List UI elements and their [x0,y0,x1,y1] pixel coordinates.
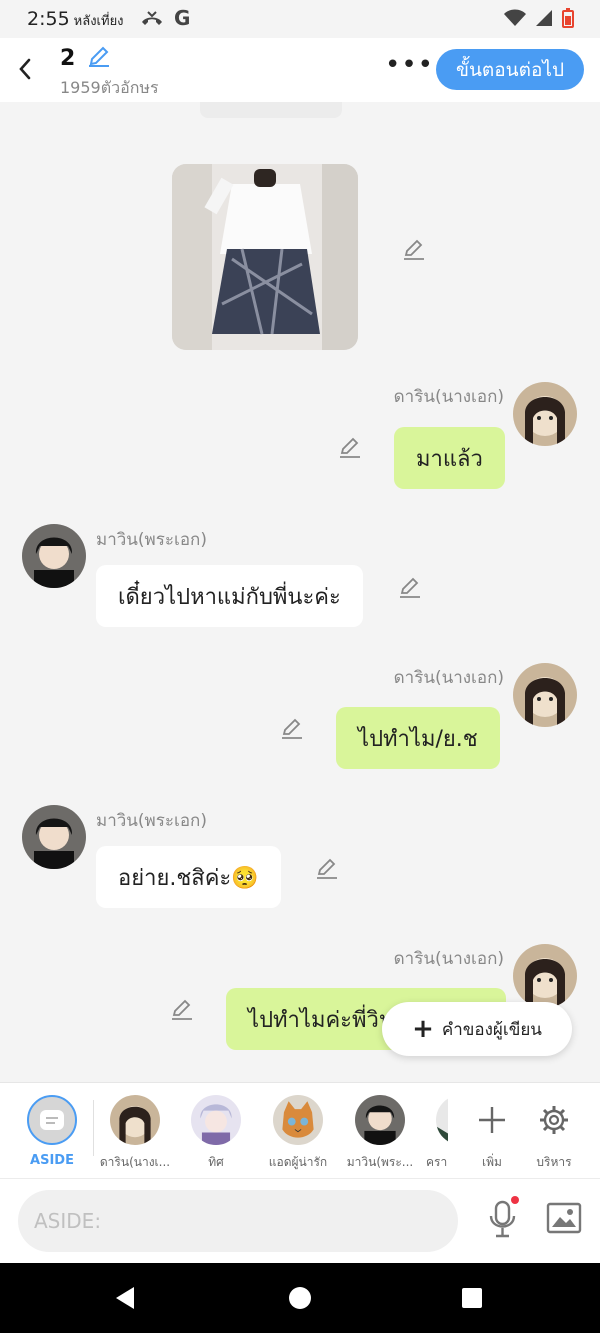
character-label: ครา [426,1155,448,1169]
status-icons [504,8,574,28]
navigation-bar [0,1263,600,1333]
nav-recents-button[interactable] [461,1287,483,1313]
status-time: 2:55 หลังเที่ยง [27,8,124,30]
speaker-name: ดาริน(นางเอก) [393,949,504,969]
edit-pencil-icon[interactable] [338,435,362,459]
divider [93,1100,94,1156]
character-item[interactable]: ดาริน(นางเ... [95,1095,175,1172]
previous-card [200,102,342,118]
message-bubble[interactable]: ไปทำไม/ย.ช [336,707,500,769]
message-input[interactable] [18,1190,458,1252]
triangle-back-icon [116,1287,134,1309]
character-aside[interactable]: ASIDE [12,1095,92,1168]
speaker-name: ดาริน(นางเอก) [393,668,504,688]
message-bubble[interactable]: อย่าย.ชสิค่ะ🥺 [96,846,281,908]
character-label: ทิศ [208,1155,224,1169]
avatar [355,1095,405,1145]
signal-icon [536,10,552,26]
author-note-label: คำของผู้เขียน [441,1019,542,1040]
character-selector: ASIDE ดาริน(นางเ... ทิศ แอดผู้น่ารัก มาว… [0,1082,600,1179]
gear-icon [514,1095,594,1145]
nav-home-button[interactable] [288,1286,312,1314]
manage-label: บริหาร [536,1155,572,1169]
chevron-left-icon [19,58,31,80]
manage-button[interactable]: บริหาร [514,1095,594,1172]
avatar [191,1095,241,1145]
character-item[interactable]: มาวิน(พระ... [340,1095,420,1172]
speaker-name: มาวิน(พระเอก) [96,811,207,831]
add-label: เพิ่ม [482,1155,502,1169]
edit-pencil-icon[interactable] [398,575,422,599]
avatar-mawin[interactable] [22,524,86,588]
avatar-darin[interactable] [513,663,577,727]
edit-pencil-icon [88,46,109,67]
avatar [436,1095,448,1145]
nav-back-button[interactable] [112,1285,138,1315]
image-icon [546,1202,582,1234]
back-button[interactable] [14,54,36,84]
episode-title[interactable]: 2 [60,44,111,71]
avatar-darin[interactable] [513,944,577,1008]
edit-pencil-icon[interactable] [402,237,426,261]
wifi-icon [504,9,526,26]
microphone-icon [489,1196,519,1238]
more-options-button[interactable]: ••• [385,50,434,80]
speaker-name: มาวิน(พระเอก) [96,530,207,550]
avatar-mawin[interactable] [22,805,86,869]
speaker-name: ดาริน(นางเอก) [393,387,504,407]
chat-area[interactable]: ดาริน(นางเอก) มาแล้ว มาวิน(พระเอก) เดี๋ย… [0,102,600,1082]
avatar [110,1095,160,1145]
avatar-darin[interactable] [513,382,577,446]
message-bubble[interactable]: เดี๋ยวไปหาแม่กับพี่นะค่ะ [96,565,363,627]
aside-label: ASIDE [30,1153,74,1168]
message-bubble[interactable]: มาแล้ว [394,427,505,489]
microphone-button[interactable] [486,1196,520,1240]
battery-icon [562,8,574,28]
image-button[interactable] [546,1202,582,1234]
missed-call-icon [140,10,164,28]
character-label: มาวิน(พระ... [346,1155,414,1169]
character-count: 1959ตัวอักษร [60,78,159,97]
next-step-button[interactable]: ขั้นตอนต่อไป [436,49,584,90]
character-label: ดาริน(นางเ... [99,1155,171,1169]
edit-pencil-icon[interactable] [280,716,304,740]
character-label: แอดผู้น่ารัก [268,1155,328,1169]
author-note-button[interactable]: + คำของผู้เขียน [382,1002,572,1056]
plus-icon: + [412,1014,434,1044]
image-message[interactable] [172,164,358,350]
character-item[interactable]: ทิศ [176,1095,256,1172]
circle-home-icon [289,1287,311,1309]
edit-pencil-icon[interactable] [170,997,194,1021]
square-recents-icon [462,1288,482,1308]
edit-pencil-icon[interactable] [315,856,339,880]
avatar [273,1095,323,1145]
character-item[interactable]: แอดผู้น่ารัก [258,1095,338,1172]
google-icon: G [174,6,191,30]
character-item[interactable]: ครา [420,1095,448,1172]
chat-icon [27,1095,77,1145]
